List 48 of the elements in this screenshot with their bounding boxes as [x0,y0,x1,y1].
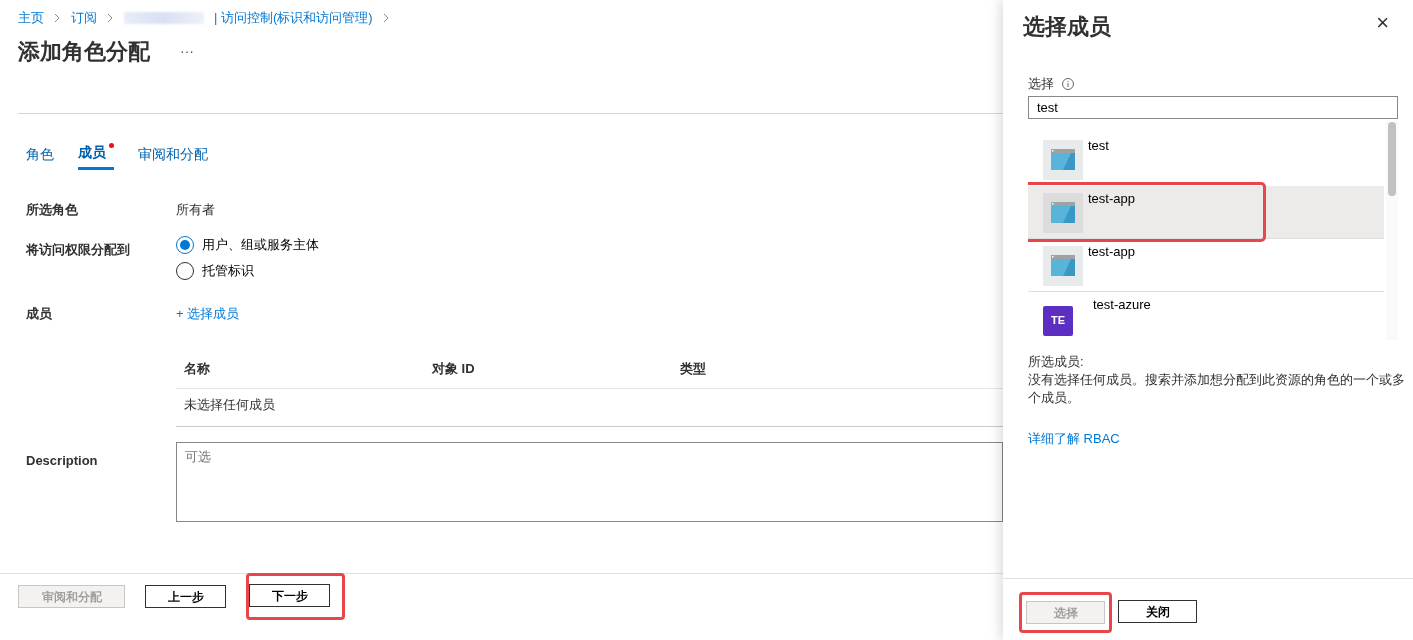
breadcrumb-link[interactable]: 订阅 [71,7,97,28]
more-button[interactable]: ··· [180,41,194,62]
select-members-link[interactable]: + 选择成员 [176,303,240,323]
field-label: 将访问权限分配到 [26,240,131,259]
result-item[interactable]: test-app [1028,185,1384,239]
result-name: test-app [1088,189,1135,208]
column-header: 名称 [184,359,211,378]
selected-message: 没有选择任何成员。搜索并添加想分配到此资源的角色的一个或多个成员。 [1027,370,1406,407]
field-label: 所选角色 [26,201,79,219]
field-label: Description [26,452,99,470]
footer-button[interactable]: 上一步 [145,585,226,608]
tab[interactable]: 审阅和分配 [138,142,208,170]
result-item[interactable]: test [1028,132,1384,186]
tab[interactable]: 成员 [78,142,114,170]
field-label: 成员 [26,304,53,323]
tab[interactable]: 角色 [26,142,54,170]
avatar-icon: TE [1043,305,1073,336]
app-icon [1043,192,1083,233]
footer-button[interactable]: 下一步 [249,584,330,607]
info-icon [1062,77,1074,90]
result-item[interactable]: TE test-azure [1028,291,1384,340]
chevron-icon [54,12,61,23]
scrollbar[interactable] [1386,121,1398,340]
field-label: 选择 [1028,75,1054,93]
radio-option[interactable]: 用户、组或服务主体 [176,231,319,258]
selected-label: 所选成员: [1027,352,1085,371]
learn-more-link[interactable]: 详细了解 RBAC [1003,406,1413,448]
page-title: 添加角色分配 [18,38,150,66]
app-icon [1043,139,1083,180]
result-name: test-app [1088,242,1135,261]
panel-title: 选择成员 [1023,13,1111,41]
radio-option[interactable]: 托管标识 [176,257,254,284]
footer-button[interactable]: 关闭 [1118,600,1197,623]
column-header: 类型 [680,359,707,378]
field-value: 所有者 [176,201,215,219]
empty-message: 未选择任何成员 [176,389,1003,427]
close-button[interactable]: × [1372,10,1393,36]
breadcrumb-link[interactable]: | 访问控制(标识和访问管理) [214,7,373,28]
app-icon [1043,245,1083,286]
chevron-icon [107,12,114,23]
chevron-icon [382,12,390,23]
result-item[interactable]: test-app [1028,238,1384,292]
result-name: test [1088,136,1109,155]
result-name: test-azure [1093,295,1151,314]
search-field[interactable]: test [1028,95,1398,119]
column-header: 对象 ID [432,359,476,378]
description-field[interactable]: 可选 [176,442,1003,522]
breadcrumb-link[interactable]: 主页 [18,7,44,28]
